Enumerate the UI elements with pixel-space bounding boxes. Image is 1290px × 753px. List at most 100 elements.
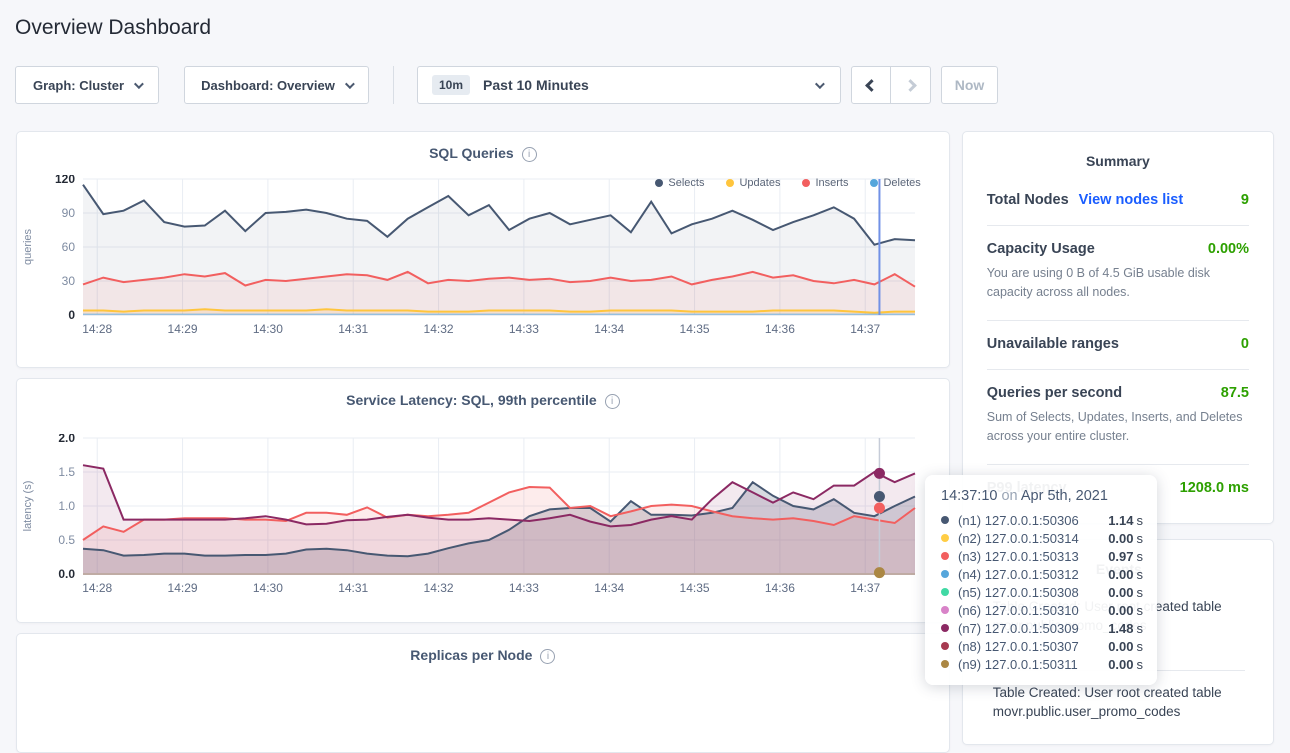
dashboard-dropdown[interactable]: Dashboard: Overview xyxy=(184,66,369,104)
replicas-per-node-title-row: Replicas per Nodei xyxy=(17,634,949,664)
tooltip-timestamp: 14:37:10 on Apr 5th, 2021 xyxy=(941,488,1143,504)
time-prev-button[interactable] xyxy=(851,66,891,104)
tooltip-node-value: 0.00 xyxy=(1108,603,1133,618)
legend-label: Inserts xyxy=(815,177,848,189)
svg-text:14:36: 14:36 xyxy=(765,322,795,336)
summary-title: Summary xyxy=(987,132,1249,177)
event-text-line2: movr.public.user_promo_codes xyxy=(993,702,1245,722)
node-color-dot-icon xyxy=(941,516,949,524)
replicas-per-node-card: Replicas per Nodei xyxy=(16,633,950,753)
sql-queries-card: SQL Queriesi SelectsUpdatesInsertsDelete… xyxy=(16,131,950,368)
svg-text:0: 0 xyxy=(68,308,75,322)
svg-text:14:37: 14:37 xyxy=(850,322,880,336)
chevron-down-icon xyxy=(815,79,825,89)
controls-bar: Graph: Cluster Dashboard: Overview 10m P… xyxy=(15,66,1290,104)
svg-text:14:31: 14:31 xyxy=(338,322,368,336)
tooltip-node-unit: s xyxy=(1137,531,1144,546)
info-icon[interactable]: i xyxy=(540,649,555,664)
view-nodes-list-link[interactable]: View nodes list xyxy=(1079,192,1184,208)
tooltip-date: Apr 5th, 2021 xyxy=(1021,488,1108,504)
svg-text:14:35: 14:35 xyxy=(680,322,710,336)
tooltip-node-row: (n5) 127.0.0.1:503080.00s xyxy=(941,583,1143,601)
tooltip-node-value: 0.00 xyxy=(1108,531,1133,546)
svg-text:latency (s): latency (s) xyxy=(22,481,34,532)
tooltip-node-unit: s xyxy=(1137,603,1144,618)
svg-text:60: 60 xyxy=(62,240,76,254)
tooltip-node-value: 0.00 xyxy=(1108,567,1133,582)
tooltip-node-value: 1.14 xyxy=(1108,513,1133,528)
service-latency-chart[interactable]: 0.00.51.01.52.014:2814:2914:3014:3114:32… xyxy=(17,434,930,600)
tooltip-node-unit: s xyxy=(1137,621,1144,636)
time-range-dropdown[interactable]: 10m Past 10 Minutes xyxy=(417,66,841,104)
summary-metric: Total NodesView nodes list9 xyxy=(987,177,1249,226)
metric-label: Capacity Usage xyxy=(987,241,1095,257)
legend-item-inserts: Inserts xyxy=(802,177,848,189)
tooltip-node-row: (n3) 127.0.0.1:503130.97s xyxy=(941,547,1143,565)
legend-dot-icon xyxy=(726,179,734,187)
sql-queries-chart[interactable]: 030609012014:2814:2914:3014:3114:3214:33… xyxy=(17,175,930,341)
sql-queries-title-row: SQL Queries i xyxy=(17,132,949,162)
svg-text:14:28: 14:28 xyxy=(82,322,112,336)
now-button[interactable]: Now xyxy=(941,66,998,104)
metric-value: 87.5 xyxy=(1221,385,1249,401)
summary-metric: Capacity Usage 0.00% You are using 0 B of … xyxy=(987,226,1249,321)
sql-queries-legend: SelectsUpdatesInsertsDeletes xyxy=(655,177,920,189)
metric-value: 0 xyxy=(1241,336,1249,352)
svg-text:30: 30 xyxy=(62,274,76,288)
time-next-button[interactable] xyxy=(891,66,931,104)
tooltip-node-value: 1.48 xyxy=(1108,621,1133,636)
summary-card: Summary Total NodesView nodes list9Capac… xyxy=(962,131,1274,524)
info-icon[interactable]: i xyxy=(605,394,620,409)
tooltip-node-label: (n5) 127.0.0.1:50308 xyxy=(958,585,1108,600)
chevron-down-icon xyxy=(134,79,144,89)
time-range-label: Past 10 Minutes xyxy=(483,77,589,93)
svg-text:14:33: 14:33 xyxy=(509,322,539,336)
svg-text:0.5: 0.5 xyxy=(58,533,75,547)
tooltip-node-label: (n6) 127.0.0.1:50310 xyxy=(958,603,1108,618)
legend-item-deletes: Deletes xyxy=(870,177,920,189)
graph-dropdown[interactable]: Graph: Cluster xyxy=(15,66,159,104)
tooltip-node-label: (n9) 127.0.0.1:50311 xyxy=(958,657,1108,672)
svg-text:14:30: 14:30 xyxy=(253,322,283,336)
legend-dot-icon xyxy=(655,179,663,187)
svg-text:2.0: 2.0 xyxy=(58,434,75,445)
tooltip-conj: on xyxy=(1001,488,1017,504)
legend-dot-icon xyxy=(802,179,810,187)
svg-text:14:33: 14:33 xyxy=(509,581,539,595)
tooltip-node-row: (n7) 127.0.0.1:503091.48s xyxy=(941,619,1143,637)
summary-metric: Unavailable ranges0 xyxy=(987,321,1249,370)
tooltip-node-unit: s xyxy=(1137,585,1144,600)
tooltip-node-row: (n2) 127.0.0.1:503140.00 s xyxy=(941,529,1143,547)
tooltip-node-value: 0.97 xyxy=(1108,549,1133,564)
tooltip-node-unit: s xyxy=(1137,549,1144,564)
svg-text:1.0: 1.0 xyxy=(58,499,75,513)
sql-queries-title: SQL Queries xyxy=(429,145,514,161)
chevron-right-icon xyxy=(904,79,917,92)
tooltip-node-label: (n2) 127.0.0.1:50314 xyxy=(958,531,1108,546)
svg-text:90: 90 xyxy=(62,206,76,220)
tooltip-node-unit: s xyxy=(1137,513,1144,528)
node-color-dot-icon xyxy=(941,660,949,668)
svg-text:0.0: 0.0 xyxy=(58,567,75,581)
svg-text:14:34: 14:34 xyxy=(594,581,624,595)
service-latency-title-row: Service Latency: SQL, 99th percentilei xyxy=(17,379,949,409)
legend-label: Selects xyxy=(668,177,704,189)
svg-text:1.5: 1.5 xyxy=(58,465,75,479)
metric-value: 0.00% xyxy=(1208,241,1249,257)
svg-text:120: 120 xyxy=(55,175,75,186)
event-text-line1: Table Created: User root created table xyxy=(993,683,1245,703)
chevron-left-icon xyxy=(865,79,878,92)
node-color-dot-icon xyxy=(941,642,949,650)
node-color-dot-icon xyxy=(941,552,949,560)
node-color-dot-icon xyxy=(941,588,949,596)
tooltip-node-unit: s xyxy=(1137,639,1144,654)
tooltip-node-label: (n8) 127.0.0.1:50307 xyxy=(958,639,1108,654)
divider xyxy=(393,66,394,104)
metric-description: You are using 0 B of 4.5 GiB usable disk… xyxy=(987,264,1249,303)
metric-value: 9 xyxy=(1241,192,1249,208)
info-icon[interactable]: i xyxy=(522,147,537,162)
node-color-dot-icon xyxy=(941,570,949,578)
tooltip-node-row: (n1) 127.0.0.1:503061.14s xyxy=(941,511,1143,529)
summary-metrics: Total NodesView nodes list9Capacity Usag… xyxy=(987,177,1249,513)
tooltip-node-row: (n4) 127.0.0.1:503120.00s xyxy=(941,565,1143,583)
